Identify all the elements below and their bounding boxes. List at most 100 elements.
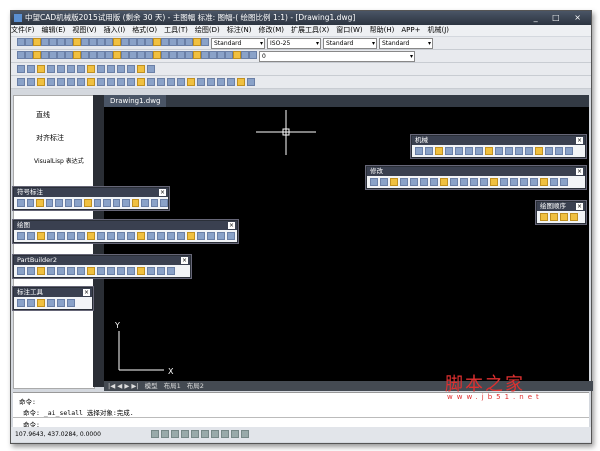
tool-icon[interactable] — [570, 213, 578, 221]
palette-item-aligned-dim[interactable]: 对齐标注 — [36, 133, 64, 143]
tool-icon[interactable] — [97, 51, 105, 59]
tool-icon[interactable] — [193, 51, 201, 59]
tool-icon[interactable] — [147, 65, 155, 73]
tool-icon[interactable] — [227, 232, 235, 240]
tool-icon[interactable] — [87, 65, 95, 73]
tool-icon[interactable] — [225, 51, 233, 59]
tool-icon[interactable] — [430, 178, 438, 186]
tool-icon[interactable] — [177, 78, 185, 86]
tool-icon[interactable] — [137, 232, 145, 240]
tool-icon[interactable] — [33, 51, 41, 59]
tool-icon[interactable] — [57, 299, 65, 307]
tool-icon[interactable] — [129, 38, 137, 46]
tool-icon[interactable] — [400, 178, 408, 186]
tool-icon[interactable] — [227, 78, 235, 86]
tool-icon[interactable] — [217, 51, 225, 59]
tool-icon[interactable] — [197, 232, 205, 240]
tool-icon[interactable] — [17, 51, 25, 59]
tool-icon[interactable] — [67, 299, 75, 307]
tool-icon[interactable] — [161, 38, 169, 46]
tool-icon[interactable] — [45, 199, 54, 207]
tool-icon[interactable] — [390, 178, 398, 186]
tool-icon[interactable] — [167, 232, 175, 240]
menu-item[interactable]: 扩展工具(X) — [291, 26, 329, 34]
tool-icon[interactable] — [77, 65, 85, 73]
tool-icon[interactable] — [545, 147, 553, 155]
tool-icon[interactable] — [17, 199, 25, 207]
tool-icon[interactable] — [65, 38, 73, 46]
tool-icon[interactable] — [233, 51, 241, 59]
tool-icon[interactable] — [197, 78, 205, 86]
tool-icon[interactable] — [237, 78, 245, 86]
tool-icon[interactable] — [129, 51, 137, 59]
menu-item[interactable]: 视图(V) — [72, 26, 96, 34]
tool-icon[interactable] — [17, 299, 25, 307]
modify-toolbar[interactable]: 修改 × — [365, 165, 587, 190]
tool-icon[interactable] — [57, 78, 65, 86]
tool-icon[interactable] — [117, 78, 125, 86]
tool-icon[interactable] — [73, 38, 81, 46]
menu-item[interactable]: 帮助(H) — [370, 26, 395, 34]
dim-style-select[interactable]: ISO-25 — [267, 37, 321, 49]
tool-icon[interactable] — [161, 430, 169, 438]
tool-icon[interactable] — [47, 267, 55, 275]
menu-item[interactable]: 插入(I) — [104, 26, 126, 34]
tool-icon[interactable] — [425, 147, 433, 155]
tool-icon[interactable] — [37, 299, 45, 307]
tool-icon[interactable] — [505, 147, 513, 155]
tool-icon[interactable] — [97, 267, 105, 275]
tool-icon[interactable] — [137, 38, 145, 46]
tool-icon[interactable] — [207, 232, 215, 240]
tool-icon[interactable] — [211, 430, 219, 438]
tool-icon[interactable] — [127, 267, 135, 275]
tool-icon[interactable] — [161, 51, 169, 59]
tool-icon[interactable] — [480, 178, 488, 186]
tool-icon[interactable] — [231, 430, 239, 438]
tool-icon[interactable] — [370, 178, 378, 186]
tool-icon[interactable] — [510, 178, 518, 186]
text-style-select[interactable]: Standard — [211, 37, 265, 49]
window-controls[interactable]: _ □ × — [534, 11, 587, 25]
tool-icon[interactable] — [57, 51, 65, 59]
tool-icon[interactable] — [520, 178, 528, 186]
tool-icon[interactable] — [145, 38, 153, 46]
tool-icon[interactable] — [67, 78, 75, 86]
tool-icon[interactable] — [169, 38, 177, 46]
tool-icon[interactable] — [97, 65, 105, 73]
tool-icon[interactable] — [550, 213, 558, 221]
tool-icon[interactable] — [145, 51, 153, 59]
tool-icon[interactable] — [67, 267, 75, 275]
tool-icon[interactable] — [201, 51, 209, 59]
close-icon[interactable]: × — [83, 289, 90, 296]
close-icon[interactable]: × — [181, 257, 188, 264]
tool-icon[interactable] — [157, 267, 165, 275]
tool-icon[interactable] — [420, 178, 428, 186]
tool-icon[interactable] — [77, 267, 85, 275]
menu-item[interactable]: 编辑(E) — [42, 26, 66, 34]
tool-icon[interactable] — [64, 199, 73, 207]
palette-item-line[interactable]: 直线 — [36, 110, 50, 120]
tool-icon[interactable] — [525, 147, 533, 155]
tool-icon[interactable] — [410, 178, 418, 186]
tab-model[interactable]: 模型 — [145, 382, 158, 390]
tool-icon[interactable] — [177, 232, 185, 240]
tool-icon[interactable] — [460, 178, 468, 186]
tool-icon[interactable] — [137, 51, 145, 59]
tool-icon[interactable] — [475, 147, 483, 155]
close-icon[interactable]: × — [576, 203, 583, 210]
tool-icon[interactable] — [27, 299, 35, 307]
tab-layout1[interactable]: 布局1 — [164, 382, 181, 390]
tool-icon[interactable] — [500, 178, 508, 186]
tool-icon[interactable] — [470, 178, 478, 186]
tab-layout2[interactable]: 布局2 — [187, 382, 204, 390]
close-icon[interactable]: × — [159, 189, 166, 196]
tool-icon[interactable] — [201, 38, 209, 46]
tool-icon[interactable] — [555, 147, 563, 155]
tool-icon[interactable] — [27, 232, 35, 240]
tool-icon[interactable] — [25, 38, 33, 46]
close-icon[interactable]: × — [576, 168, 583, 175]
close-icon[interactable]: × — [576, 137, 583, 144]
tool-icon[interactable] — [171, 430, 179, 438]
menu-item[interactable]: APP+ — [401, 26, 420, 34]
tool-icon[interactable] — [465, 147, 473, 155]
